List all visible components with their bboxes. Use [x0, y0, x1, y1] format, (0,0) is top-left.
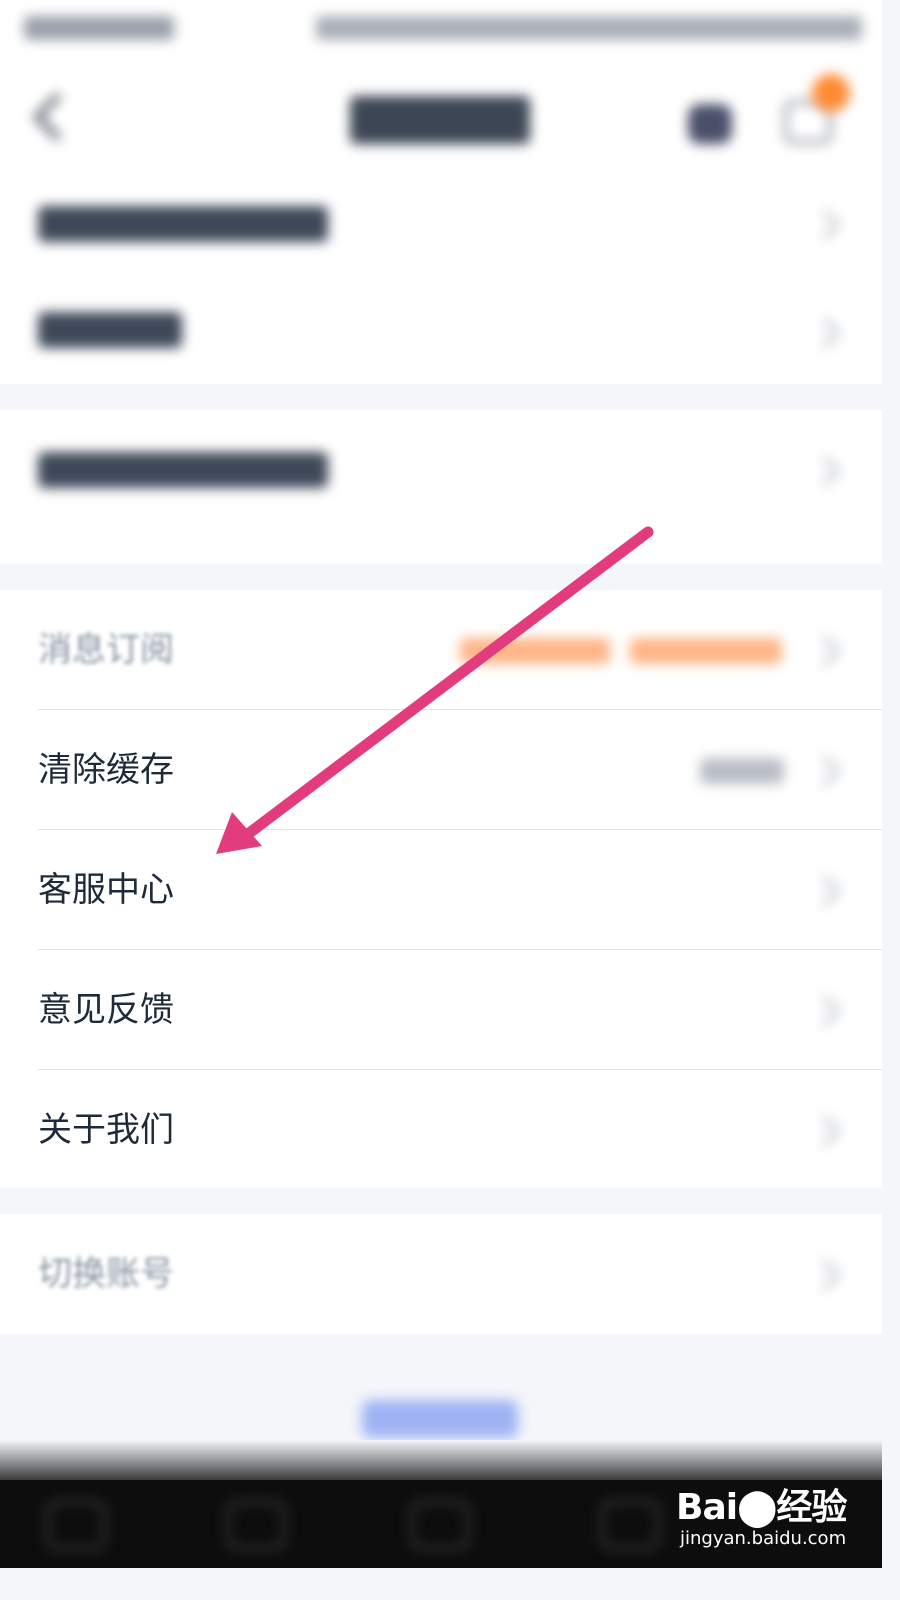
arrow-shaft [242, 526, 654, 840]
annotation-arrow [216, 526, 654, 854]
